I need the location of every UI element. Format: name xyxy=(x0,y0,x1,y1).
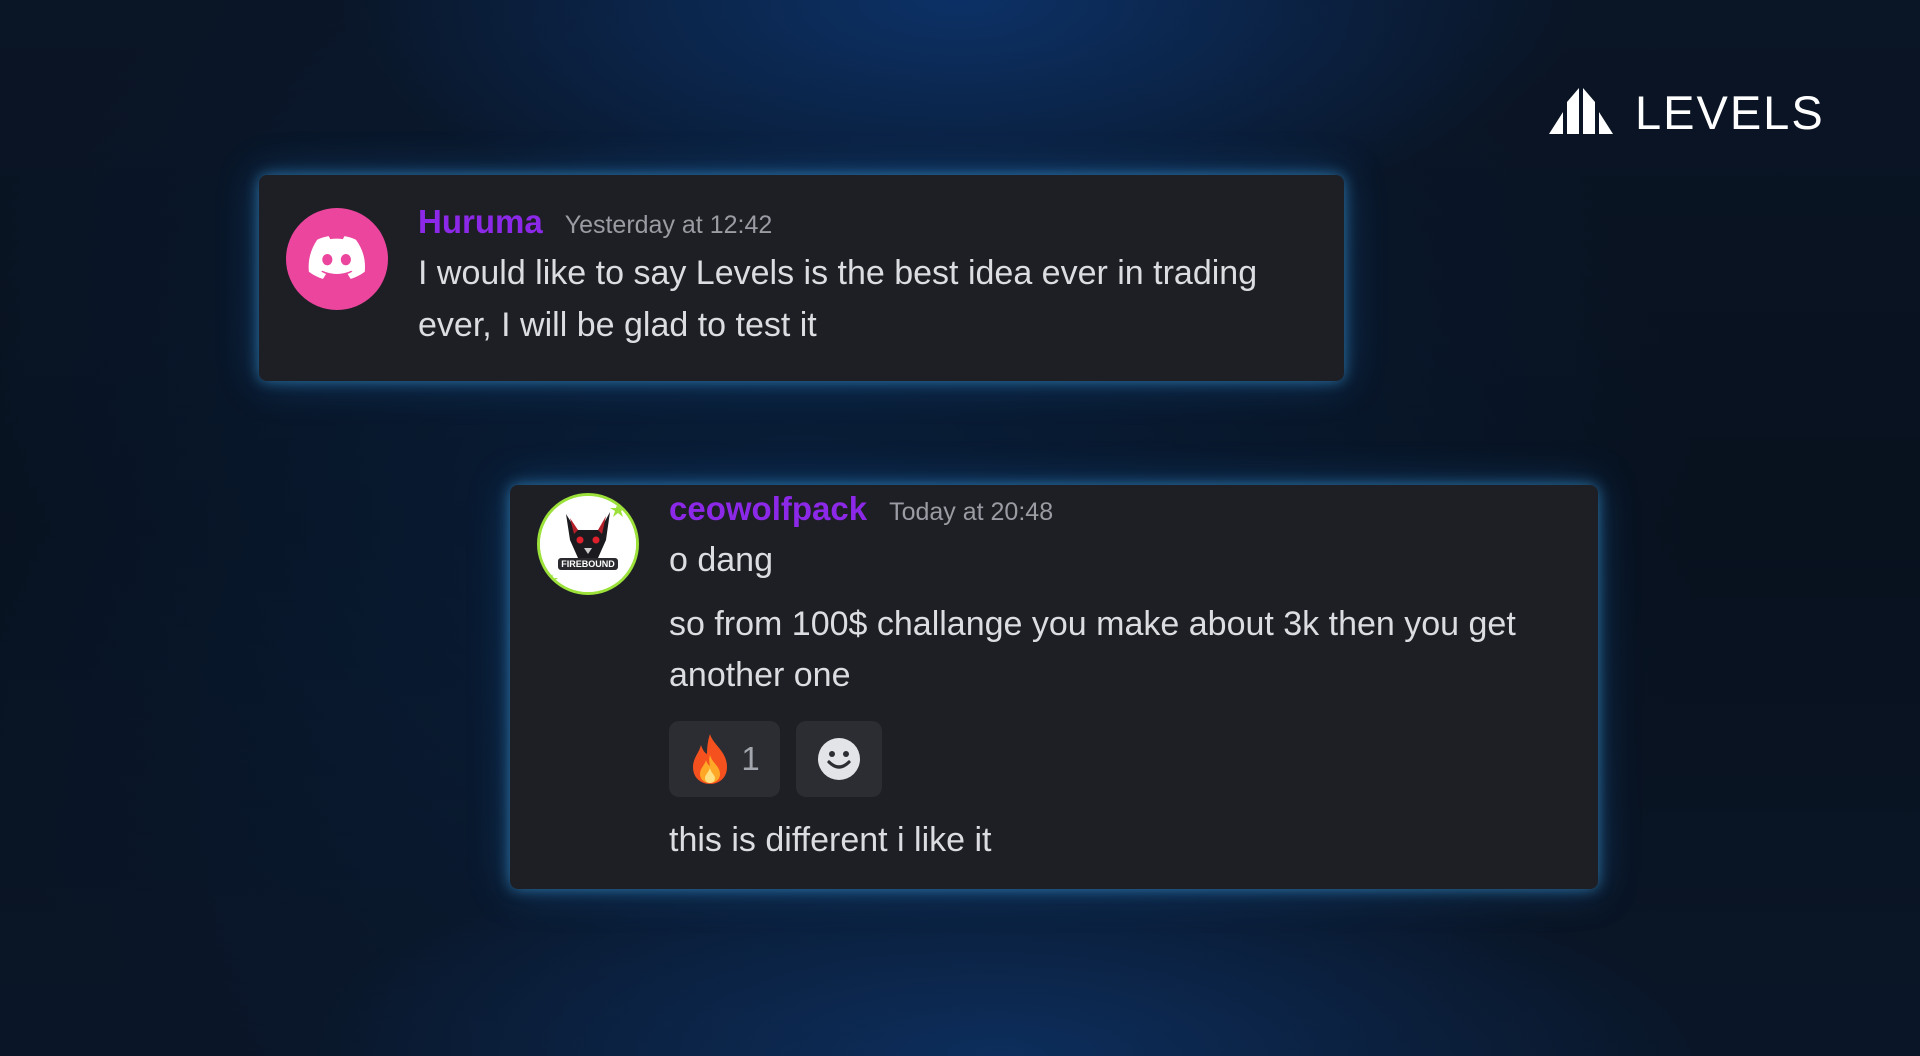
avatar-ceowolfpack[interactable]: FIREBOUND xyxy=(537,493,639,595)
message-text-line: ever, I will be glad to test it xyxy=(418,306,817,344)
message-header: Huruma Yesterday at 12:42 xyxy=(418,203,1314,247)
discord-logo-icon xyxy=(308,236,366,279)
message-text-line: another one xyxy=(669,656,851,694)
message-body: Huruma Yesterday at 12:42 I would like t… xyxy=(418,203,1314,351)
wolf-avatar-icon: FIREBOUND xyxy=(540,496,636,592)
fire-emoji-icon xyxy=(693,734,728,784)
levels-peaks-icon xyxy=(1549,88,1613,134)
username[interactable]: Huruma xyxy=(418,203,543,241)
brand-name: LEVELS xyxy=(1635,85,1825,139)
message-card-ceowolfpack: FIREBOUND ceowolfpack Today at 20:48 o d… xyxy=(510,485,1598,889)
timestamp: Yesterday at 12:42 xyxy=(564,211,773,239)
add-reaction-button[interactable] xyxy=(796,721,882,797)
reactions-bar: 1 xyxy=(669,721,1568,797)
message-text-line: so from 100$ challange you make about 3k… xyxy=(669,605,1516,643)
message-text-line: this is different i like it xyxy=(669,821,992,859)
add-reaction-smiley-icon xyxy=(818,738,860,780)
username[interactable]: ceowolfpack xyxy=(669,490,867,528)
message-header: ceowolfpack Today at 20:48 xyxy=(669,490,1568,534)
reaction-count: 1 xyxy=(741,740,760,777)
avatar-huruma[interactable] xyxy=(286,208,388,310)
reaction-fire[interactable]: 1 xyxy=(669,721,780,797)
svg-text:FIREBOUND: FIREBOUND xyxy=(561,559,615,569)
brand-logo: LEVELS xyxy=(1549,88,1825,136)
timestamp: Today at 20:48 xyxy=(889,498,1054,526)
message-body: ceowolfpack Today at 20:48 o dang so fro… xyxy=(669,490,1568,866)
message-text-line: o dang xyxy=(669,541,773,579)
message-text-line: I would like to say Levels is the best i… xyxy=(418,254,1258,292)
message-card-huruma: Huruma Yesterday at 12:42 I would like t… xyxy=(259,175,1344,381)
